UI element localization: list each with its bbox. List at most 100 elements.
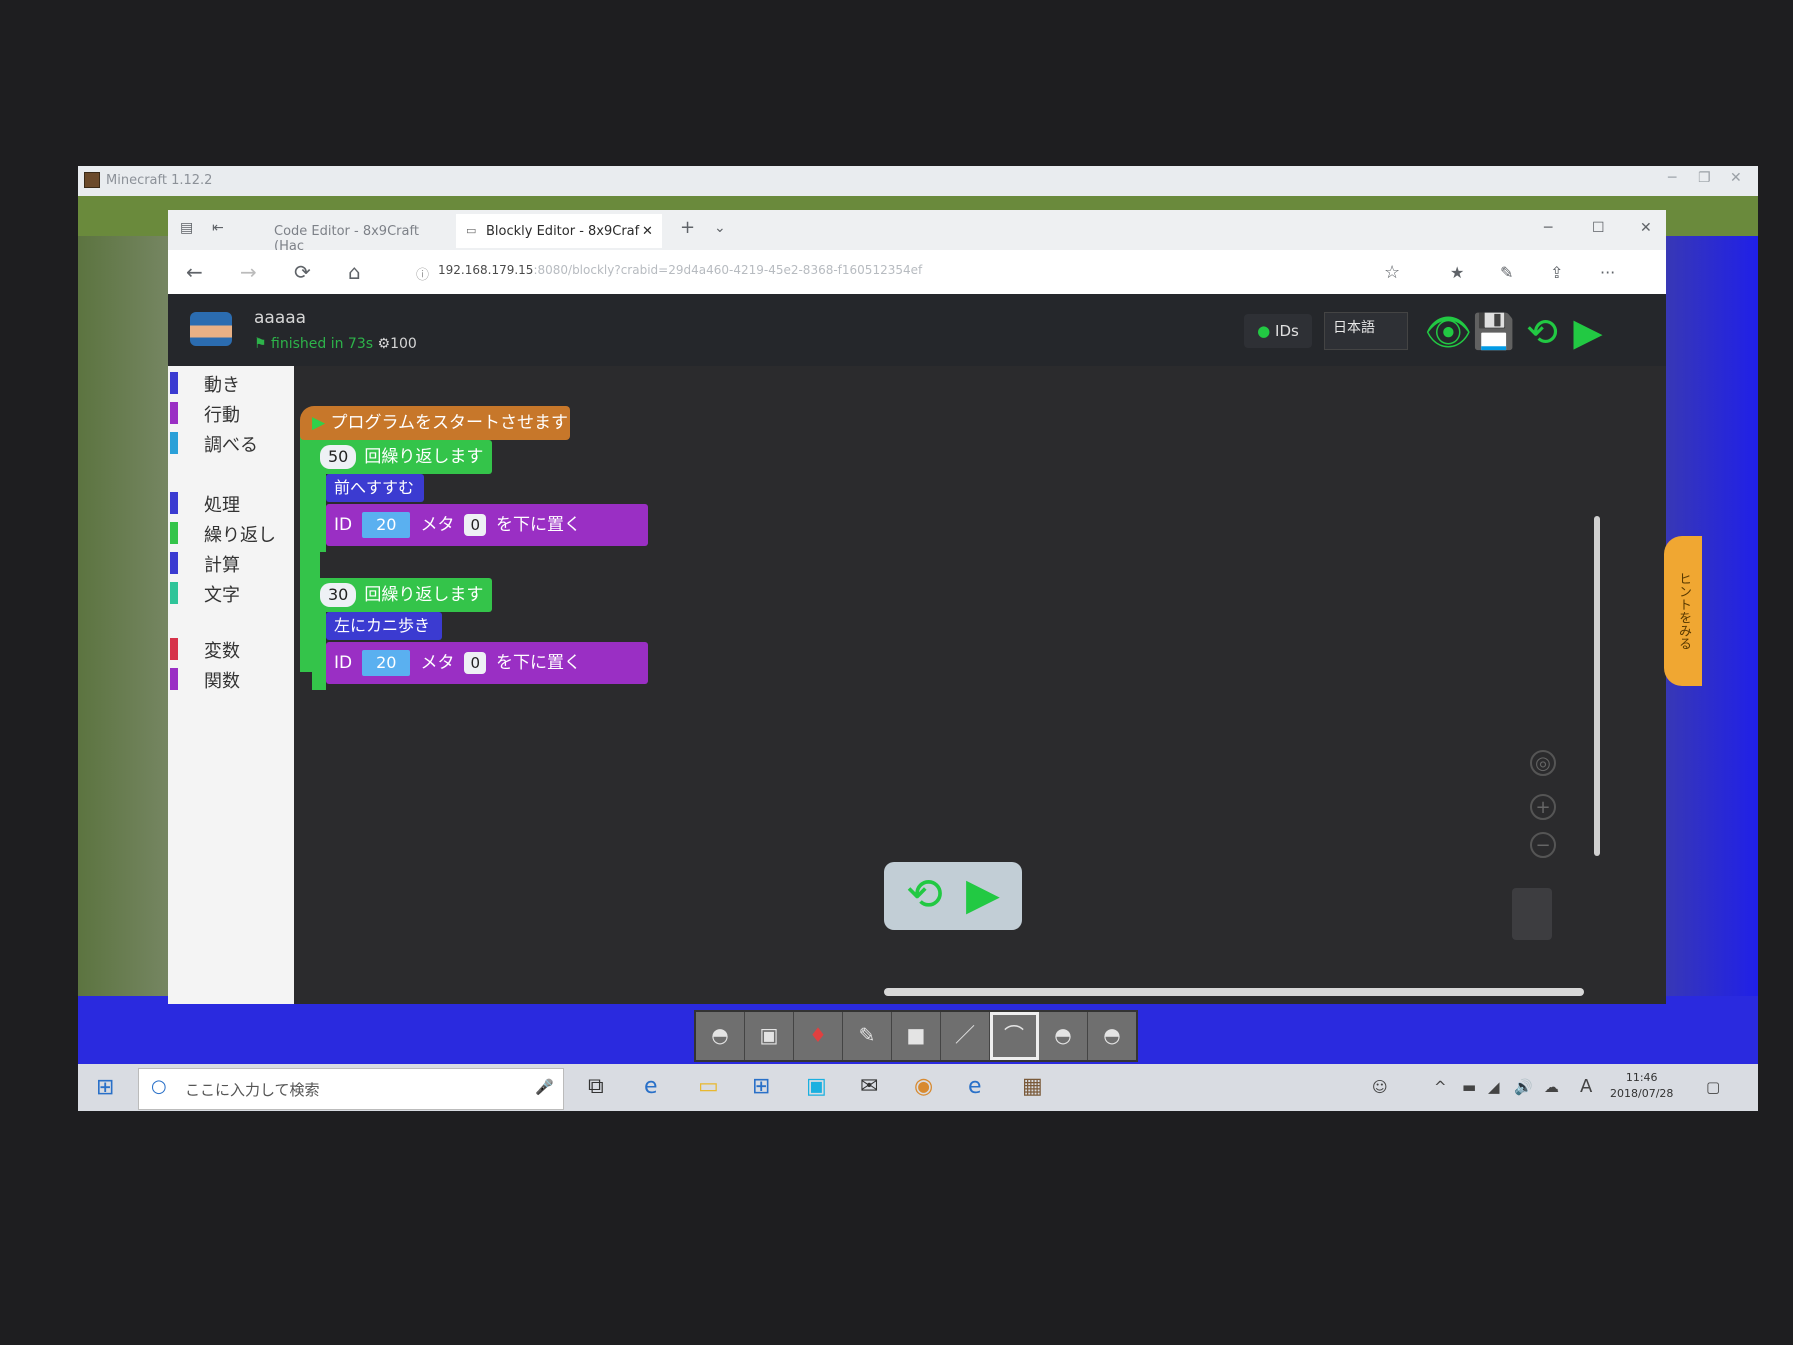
tab-menu-chevron-icon[interactable]: ⌄ [714,220,726,236]
hotbar-slot[interactable]: ◓ [1088,1012,1136,1060]
start-program-block[interactable]: ▶ プログラムをスタートさせます [300,406,570,440]
app-icon[interactable]: ◉ [914,1074,933,1099]
horizontal-scrollbar[interactable] [884,988,1584,996]
reset-icon[interactable]: ⟲ [906,870,943,920]
toolbox-category-logic[interactable]: 処理 [168,490,294,516]
action-center-icon[interactable]: ▢ [1706,1078,1720,1096]
onedrive-icon[interactable]: ☁ [1544,1078,1559,1096]
toolbox-category-text[interactable]: 文字 [168,580,294,606]
app-tile-icon[interactable]: ▣ [806,1074,827,1099]
toolbox-category-sensing[interactable]: 調べる [168,430,294,456]
back-arrow-icon[interactable]: ← [186,260,203,284]
favorite-star-icon[interactable]: ☆ [1384,262,1400,283]
network-icon[interactable]: ◢ [1488,1078,1500,1096]
eye-icon[interactable]: 👁 [1424,310,1472,354]
refresh-icon[interactable]: ⟳ [294,260,311,284]
set-aside-tabs-icon[interactable]: ⇤ [212,220,224,236]
meta-value-field[interactable]: 0 [464,514,487,536]
microphone-icon[interactable]: 🎤 [535,1078,554,1096]
mc-minimize-button[interactable]: ─ [1668,170,1676,186]
favorites-hub-icon[interactable]: ★ [1450,263,1464,282]
reset-icon[interactable]: ⟲ [1520,310,1564,354]
move-forward-block[interactable]: 前へすすむ [326,474,424,502]
run-icon[interactable]: ▶ [966,870,1000,920]
battery-icon[interactable]: ▬ [1462,1078,1476,1096]
ime-indicator[interactable]: A [1580,1076,1592,1097]
toolbox-category-functions[interactable]: 関数 [168,666,294,692]
url-field[interactable]: 192.168.179.15:8080/blockly?crabid=29d4a… [438,263,922,277]
edge-app-icon[interactable]: e [968,1074,982,1099]
place-block-1[interactable]: ID 20 メタ 0 を下に置く [326,504,648,546]
hotbar-slot[interactable]: ♦ [794,1012,843,1060]
ids-toggle-button[interactable]: ● IDs [1244,314,1312,348]
web-note-icon[interactable]: ✎ [1500,263,1513,282]
toolbox-category-motion[interactable]: 動き [168,370,294,396]
repeat-block-1[interactable]: 50 回繰り返します [312,440,492,474]
more-menu-icon[interactable]: ··· [1600,263,1615,282]
crab-walk-left-block[interactable]: 左にカニ歩き [326,612,442,640]
forward-arrow-icon[interactable]: → [240,260,257,284]
trash-can-icon[interactable] [1512,888,1552,940]
tab-blockly-editor[interactable]: ▭ Blockly Editor - 8x9Craf ✕ [456,214,662,248]
category-label: 調べる [204,435,258,456]
home-icon[interactable]: ⌂ [348,260,361,284]
hotbar-slot-selected[interactable]: ⌒ [990,1012,1039,1060]
new-tab-button[interactable]: + [680,217,695,238]
id-value-field[interactable]: 20 [362,512,411,538]
ie-app-icon[interactable]: e [644,1074,658,1099]
blockly-workspace[interactable]: ▶ プログラムをスタートさせます 50 回繰り返します 前へすすむ ID 20 メタ 0… [294,366,1702,1004]
browser-maximize-button[interactable]: ☐ [1592,220,1605,236]
store-icon[interactable]: ⊞ [752,1074,770,1099]
hotbar-slot[interactable]: ▣ [745,1012,794,1060]
mail-icon[interactable]: ✉ [860,1074,878,1099]
toolbox-category-variables[interactable]: 変数 [168,636,294,662]
language-select[interactable]: 日本語 [1324,312,1408,350]
tab-preview-icon[interactable]: ▤ [180,220,193,236]
place-block-2[interactable]: ID 20 メタ 0 を下に置く [326,642,648,684]
mc-maximize-button[interactable]: ❐ [1698,170,1711,186]
toolbox-category-action[interactable]: 行動 [168,400,294,426]
vertical-scrollbar[interactable] [1594,516,1600,856]
zoom-reset-icon[interactable]: ◎ [1530,750,1556,776]
browser-close-button[interactable]: ✕ [1640,220,1652,236]
start-block-label: プログラムをスタートさせます [330,413,568,433]
category-label: 文字 [204,585,240,606]
task-view-icon[interactable]: ⧉ [588,1074,604,1099]
hotbar-slot[interactable]: ✎ [843,1012,892,1060]
people-icon[interactable]: ☺ [1372,1078,1388,1096]
hotbar-slot[interactable]: ■ [892,1012,941,1060]
repeat-block-2[interactable]: 30 回繰り返します [312,578,492,612]
run-icon[interactable]: ▶ [1566,310,1610,354]
meta-value-field[interactable]: 0 [464,652,487,674]
save-icon[interactable]: 💾 [1472,310,1516,354]
id-value-field[interactable]: 20 [362,650,411,676]
volume-icon[interactable]: 🔊 [1514,1078,1533,1096]
ids-label: IDs [1275,322,1299,340]
taskbar-search-box[interactable]: ○ ここに入力して検索 🎤 [138,1068,564,1110]
hotbar-slot[interactable]: ／ [941,1012,990,1060]
hint-tab[interactable]: ヒントをみる [1664,536,1702,686]
site-info-icon[interactable]: ⓘ [416,264,429,283]
hotbar-slot[interactable]: ◓ [1039,1012,1088,1060]
category-label: 行動 [204,405,240,426]
minecraft-app-icon[interactable]: ▦ [1022,1074,1043,1099]
mc-close-button[interactable]: ✕ [1730,170,1742,186]
zoom-out-icon[interactable]: − [1530,832,1556,858]
hotbar-slot[interactable]: ◓ [696,1012,745,1060]
file-explorer-icon[interactable]: ▭ [698,1074,719,1099]
share-icon[interactable]: ⇪ [1550,263,1563,282]
tab-close-icon[interactable]: ✕ [642,224,653,239]
repeat-count-field[interactable]: 30 [320,583,357,607]
zoom-in-icon[interactable]: + [1530,794,1556,820]
toolbox-category-loops[interactable]: 繰り返し [168,520,294,546]
tray-chevron-icon[interactable]: ^ [1434,1078,1447,1096]
repeat-count-field[interactable]: 50 [320,445,357,469]
toolbox-category-math[interactable]: 計算 [168,550,294,576]
search-placeholder: ここに入力して検索 [185,1081,320,1099]
windows-taskbar: ⊞ ○ ここに入力して検索 🎤 ⧉ e ▭ ⊞ ▣ ✉ ◉ e ▦ ☺ ^ ▬ … [78,1064,1758,1111]
clock[interactable]: 11:46 2018/07/28 [1610,1070,1673,1102]
tab-code-editor[interactable]: Code Editor - 8x9Craft (Hac [264,214,446,254]
browser-minimize-button[interactable]: ─ [1544,220,1552,236]
windows-start-icon[interactable]: ⊞ [96,1075,114,1100]
loop1-spine [312,472,326,552]
